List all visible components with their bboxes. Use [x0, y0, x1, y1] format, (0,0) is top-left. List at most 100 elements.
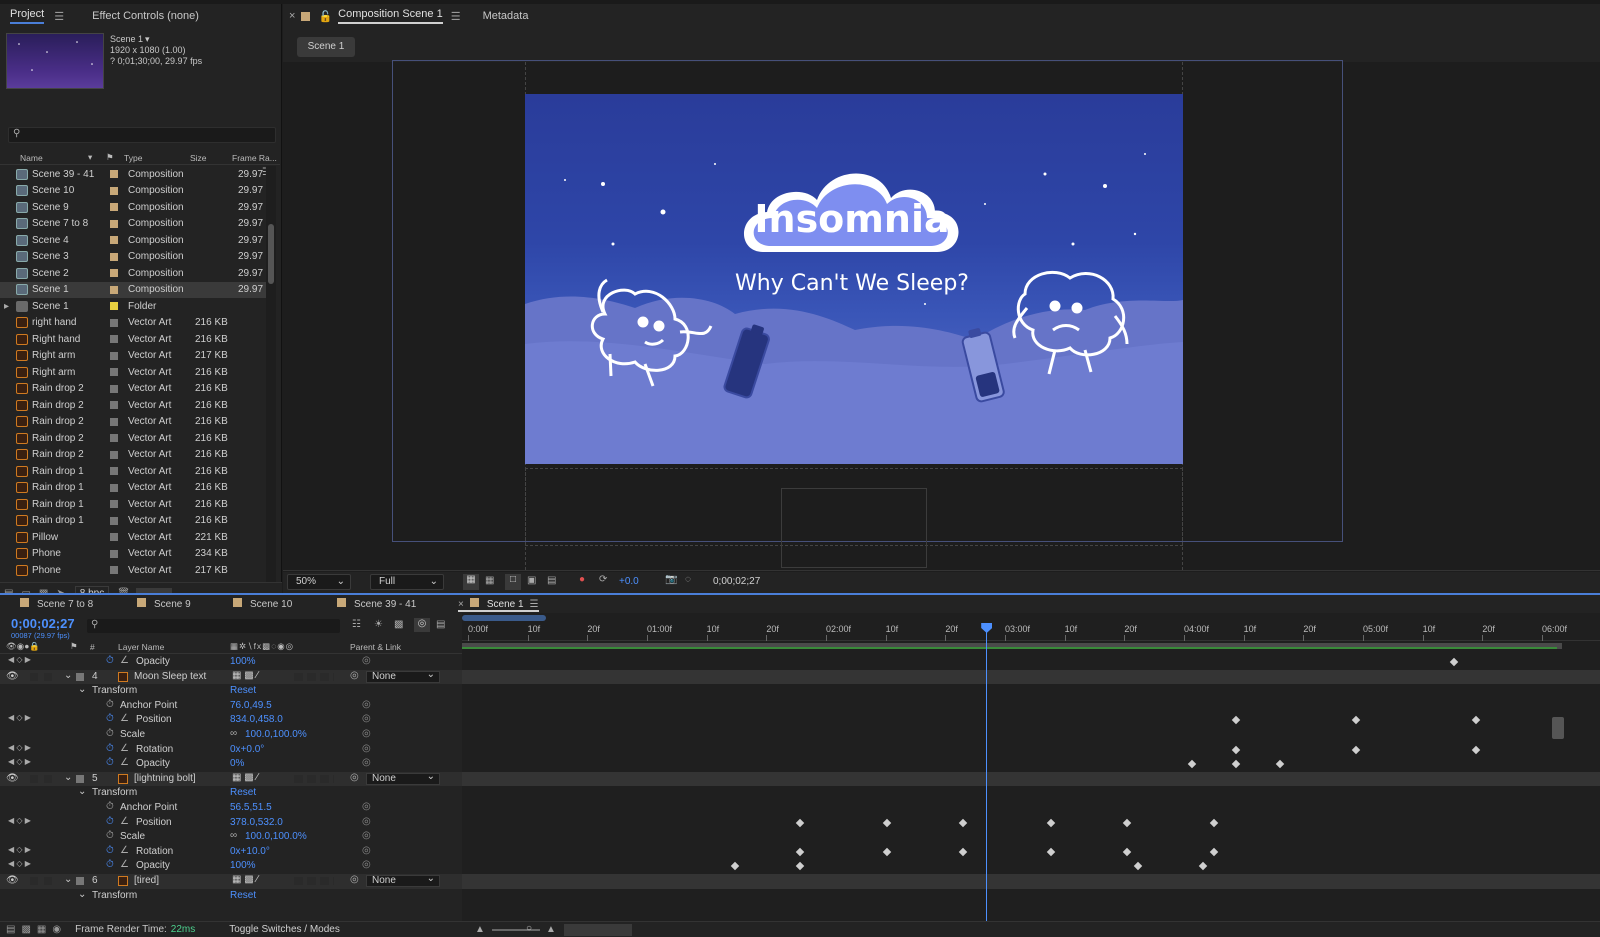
composition-stage[interactable]: Insomnia Why Can't We Sleep?: [525, 94, 1183, 464]
comp-mini-flowchart-icon[interactable]: ☷: [352, 619, 361, 630]
label-swatch[interactable]: [110, 236, 118, 245]
work-area-bar[interactable]: [462, 613, 1600, 621]
property-value[interactable]: 100.0,100.0%: [245, 729, 307, 740]
col-type[interactable]: Type: [124, 153, 142, 163]
layer-name[interactable]: Moon Sleep text: [134, 671, 206, 682]
graph-editor-icon[interactable]: ▤: [436, 619, 445, 630]
keyframe-navigator[interactable]: ◀ ◇ ▶: [8, 655, 31, 664]
keyframe[interactable]: [1133, 862, 1143, 871]
comp-viewer[interactable]: Insomnia Why Can't We Sleep?: [283, 60, 1600, 572]
label-swatch[interactable]: [110, 335, 118, 344]
keyframe[interactable]: [795, 847, 805, 857]
track-row[interactable]: [462, 874, 1600, 889]
eye-icon[interactable]: 👁: [6, 875, 19, 886]
label-swatch[interactable]: [110, 549, 118, 558]
timeline-tab[interactable]: Scene 39 - 41: [337, 598, 416, 610]
property-row[interactable]: ◀ ◇ ▶ ⏱ ∠ Opacity 0% ◎: [0, 757, 462, 772]
timeline-tab[interactable]: × Scene 1 ☰: [458, 598, 539, 612]
parent-dropdown[interactable]: None ⌄: [366, 874, 440, 887]
expression-icon[interactable]: ◎: [362, 699, 371, 710]
label-swatch[interactable]: [110, 269, 118, 278]
property-row[interactable]: ◀ ◇ ▶ ⏱ ∠ Opacity 100% ◎: [0, 655, 462, 670]
snapshot-icon[interactable]: 📷: [665, 574, 677, 585]
keyframe[interactable]: [1231, 745, 1241, 754]
keyframe[interactable]: [1449, 657, 1459, 667]
property-value[interactable]: 0%: [230, 758, 244, 769]
transparency-grid-icon[interactable]: ▦: [485, 575, 494, 586]
label-swatch[interactable]: [110, 401, 118, 410]
close-icon[interactable]: ×: [458, 599, 464, 610]
property-value[interactable]: 100%: [230, 860, 256, 871]
label-swatch[interactable]: [110, 483, 118, 492]
project-item[interactable]: Scene 4 Composition 29.97: [0, 232, 266, 249]
close-icon[interactable]: ×: [289, 10, 295, 22]
keyframe[interactable]: [730, 862, 739, 871]
pick-whip-icon[interactable]: ◎: [350, 670, 359, 681]
label-swatch[interactable]: [110, 170, 118, 179]
col-name[interactable]: Name: [20, 153, 43, 163]
property-value[interactable]: 76.0,49.5: [230, 700, 272, 711]
keyframe[interactable]: [882, 818, 892, 827]
zoom-slider[interactable]: [492, 929, 540, 931]
reset-exposure-icon[interactable]: ⟳: [599, 574, 607, 585]
time-ruler[interactable]: 0:00f 10f 20f 01:00f 10f 20f 02:00f 10f 20f 03:00…: [462, 623, 1600, 641]
stopwatch-icon[interactable]: ⏱: [106, 743, 114, 754]
dropdown-arrow-icon[interactable]: ▾: [145, 34, 150, 45]
project-item[interactable]: Right hand Vector Art 216 KB: [0, 331, 266, 348]
tab-project[interactable]: Project: [10, 8, 45, 24]
expression-icon[interactable]: ◎: [362, 728, 371, 739]
twirl-down-icon[interactable]: ⌄: [64, 874, 72, 885]
layer-search-input[interactable]: ⚲: [87, 619, 340, 633]
project-scrollbar[interactable]: [266, 166, 276, 582]
lock-box[interactable]: [44, 774, 52, 783]
keyframe[interactable]: [1351, 716, 1361, 725]
layer-switches-icon[interactable]: ▤: [6, 924, 15, 935]
transfer-controls-icon[interactable]: ▩: [21, 924, 30, 935]
label-swatch[interactable]: [110, 450, 118, 459]
timeline-hscroll[interactable]: [564, 924, 632, 936]
keyframe[interactable]: [1351, 745, 1361, 754]
eye-icon[interactable]: 👁: [6, 671, 19, 682]
panel-menu-icon[interactable]: ☰: [54, 10, 64, 23]
zoom-slider-knob[interactable]: ○: [526, 923, 532, 934]
keyframe[interactable]: [882, 847, 892, 857]
parent-dropdown[interactable]: None ⌄: [366, 669, 440, 683]
keyframe[interactable]: [795, 862, 805, 871]
stopwatch-icon[interactable]: ⏱: [106, 757, 114, 768]
label-swatch[interactable]: [110, 566, 118, 575]
layer-mode-boxes[interactable]: [294, 774, 334, 783]
keyframe-navigator[interactable]: ◀ ◇ ▶: [8, 845, 31, 854]
property-row[interactable]: ◀ ◇ ▶ ⏱ ∠ Opacity 100% ◎: [0, 859, 462, 874]
comp-menu-icon[interactable]: ☰: [451, 10, 461, 23]
tab-composition[interactable]: Composition Scene 1: [338, 8, 443, 24]
project-item[interactable]: right hand Vector Art 216 KB: [0, 315, 266, 332]
expression-icon[interactable]: ◎: [362, 713, 371, 724]
stopwatch-icon[interactable]: ⏱: [106, 699, 114, 710]
project-item[interactable]: Scene 1 Composition 29.97: [0, 281, 266, 298]
layer-name[interactable]: [tired]: [134, 875, 159, 886]
stopwatch-icon[interactable]: ⏱: [106, 830, 114, 841]
expression-icon[interactable]: ◎: [362, 816, 371, 827]
layer-switches[interactable]: ▦ ▩ ∕: [232, 670, 258, 681]
track-row[interactable]: [462, 684, 1600, 699]
label-column-icon[interactable]: ⚑: [70, 641, 78, 652]
label-swatch[interactable]: [110, 516, 118, 525]
track-row[interactable]: [462, 713, 1600, 728]
property-value[interactable]: 378.0,532.0: [230, 817, 283, 828]
expand-arrow-icon[interactable]: ▸: [4, 301, 9, 312]
project-item[interactable]: Phone Vector Art 234 KB: [0, 546, 266, 563]
layer-label-swatch[interactable]: [76, 877, 84, 885]
layer-name[interactable]: [lightning bolt]: [134, 773, 196, 784]
graph-icon[interactable]: ∠: [120, 816, 129, 827]
stopwatch-icon[interactable]: ⏱: [106, 859, 114, 870]
project-item[interactable]: Rain drop 2 Vector Art 216 KB: [0, 414, 266, 431]
track-row[interactable]: [462, 757, 1600, 772]
zoom-in-icon[interactable]: ▲: [546, 924, 556, 935]
label-swatch[interactable]: [110, 500, 118, 509]
reset-link[interactable]: Reset: [230, 787, 256, 798]
layer-switches[interactable]: ▦ ▩ ∕: [232, 874, 258, 885]
stopwatch-icon[interactable]: ⏱: [106, 845, 114, 856]
property-row[interactable]: ⏱ Scale ∞ 100.0,100.0% ◎: [0, 728, 462, 743]
twirl-down-icon[interactable]: ⌄: [78, 889, 86, 900]
constrain-proportions-icon[interactable]: ∞: [230, 728, 237, 739]
